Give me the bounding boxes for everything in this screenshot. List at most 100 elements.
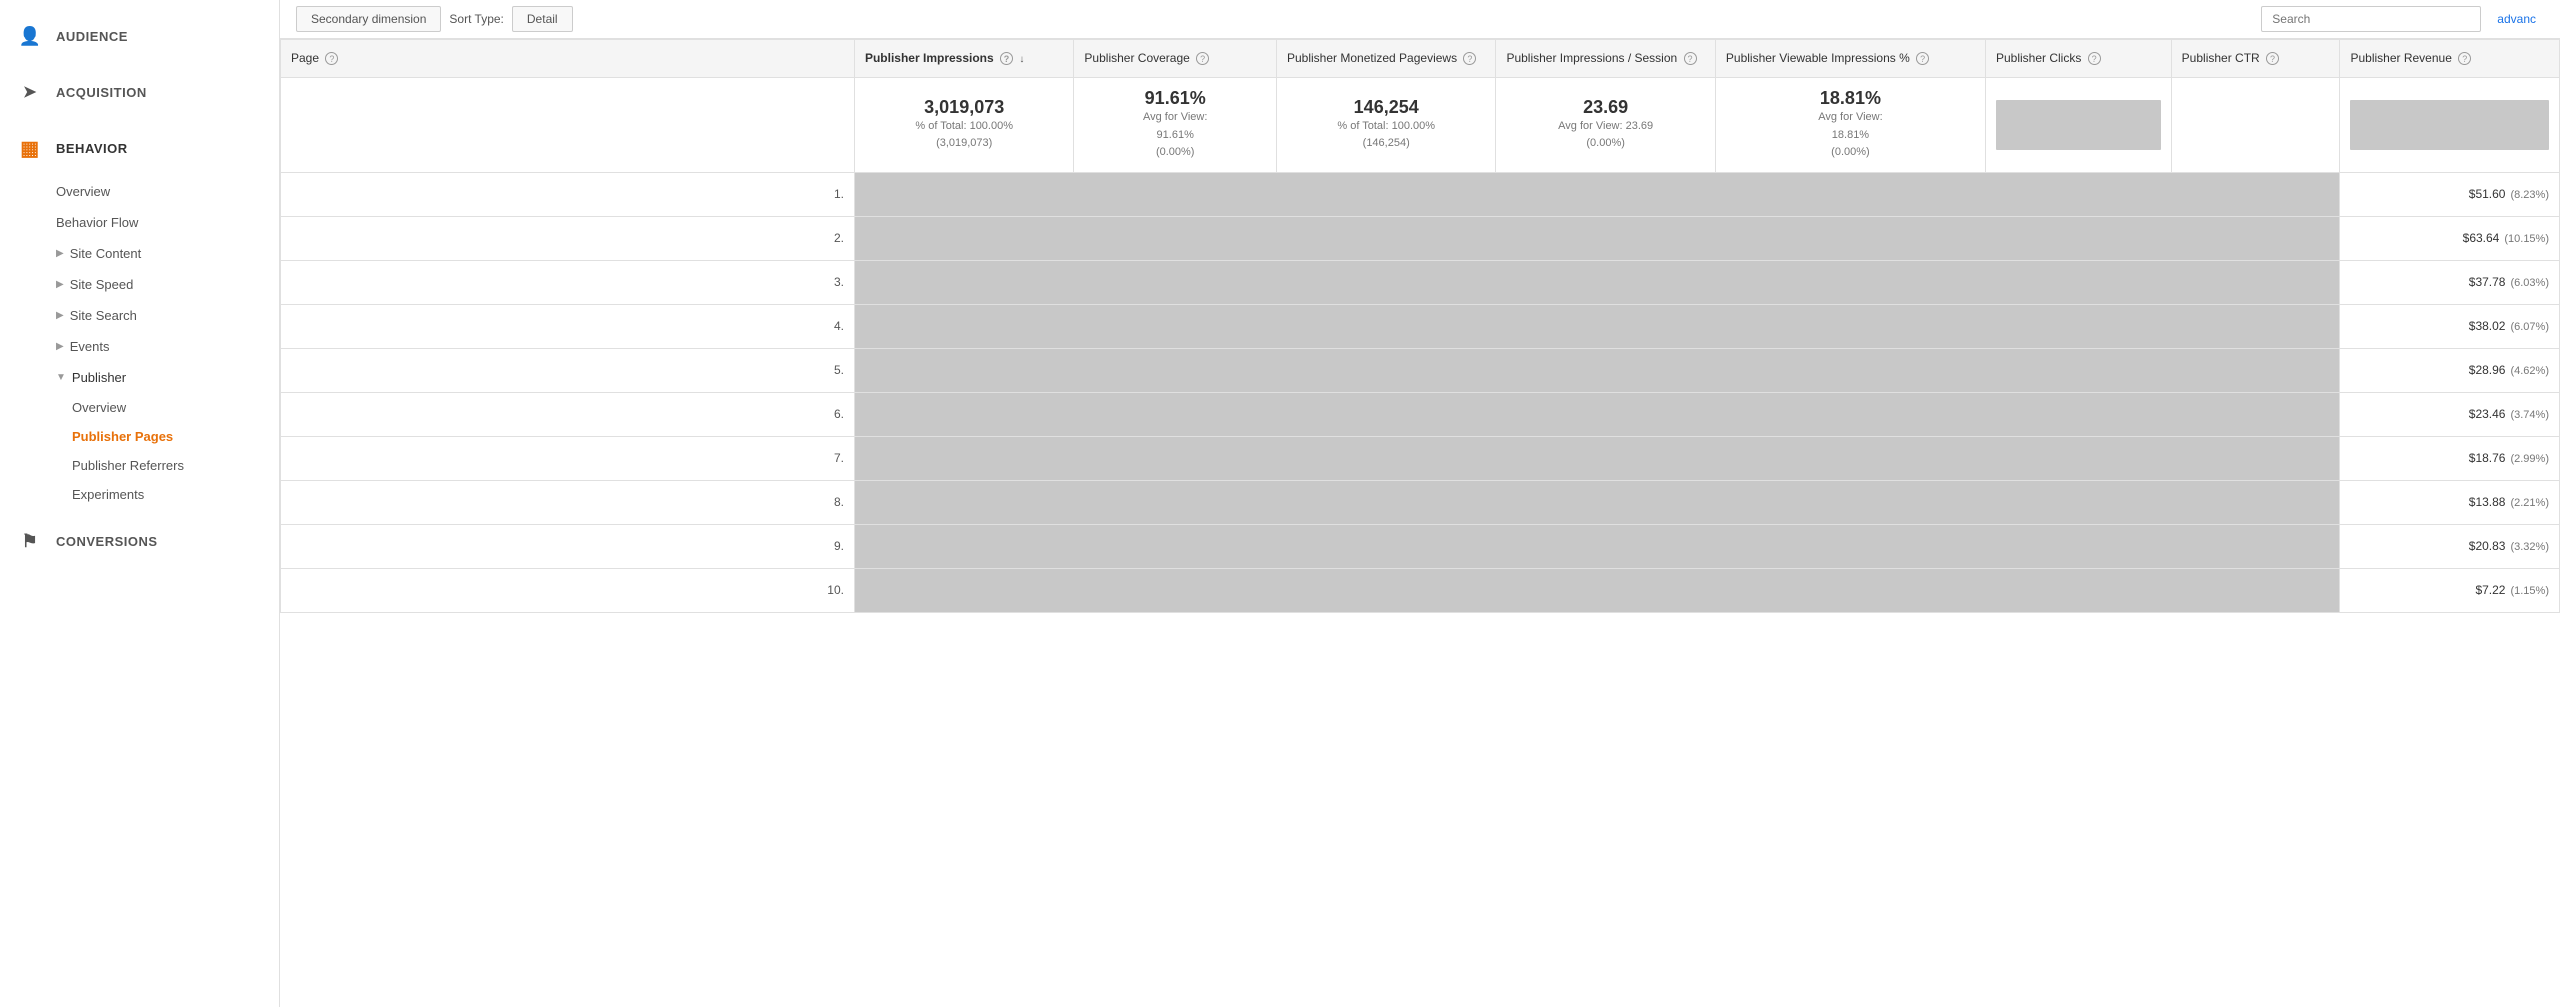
row-page-cell — [854, 216, 2340, 260]
table-header-row: Page ? Publisher Impressions ? ↓ Publish… — [281, 40, 2560, 78]
help-icon-viewable[interactable]: ? — [1916, 52, 1929, 65]
sidebar-item-audience[interactable]: 👤 AUDIENCE — [0, 8, 279, 64]
row-revenue-cell: $7.22 (1.15%) — [2340, 568, 2560, 612]
revenue-pct: (4.62%) — [2510, 365, 2549, 377]
col-header-revenue: Publisher Revenue ? — [2340, 40, 2560, 78]
sidebar-item-acquisition[interactable]: ➤ ACQUISITION — [0, 64, 279, 120]
sidebar: 👤 AUDIENCE ➤ ACQUISITION ▦ BEHAVIOR Over… — [0, 0, 280, 1007]
toolbar: Secondary dimension Sort Type: Detail ad… — [280, 0, 2560, 39]
col-header-clicks: Publisher Clicks ? — [1985, 40, 2171, 78]
row-page-cell — [854, 392, 2340, 436]
row-revenue-cell: $20.83 (3.32%) — [2340, 524, 2560, 568]
table-row: 7.$18.76 (2.99%) — [281, 436, 2560, 480]
sidebar-item-publisher-referrers[interactable]: Publisher Referrers — [72, 451, 279, 480]
table-row: 6.$23.46 (3.74%) — [281, 392, 2560, 436]
summary-clicks-cell — [1985, 78, 2171, 173]
revenue-pct: (3.32%) — [2510, 541, 2549, 553]
sidebar-item-publisher-overview[interactable]: Overview — [72, 393, 279, 422]
row-revenue-cell: $38.02 (6.07%) — [2340, 304, 2560, 348]
help-icon-impressions[interactable]: ? — [1000, 52, 1013, 65]
revenue-pct: (6.03%) — [2510, 277, 2549, 289]
revenue-value: $18.76 — [2469, 451, 2506, 465]
summary-impressions-sub: % of Total: 100.00%(3,019,073) — [865, 118, 1063, 153]
summary-revenue-block — [2350, 100, 2549, 150]
sidebar-item-publisher-pages[interactable]: Publisher Pages — [72, 422, 279, 451]
help-icon-clicks[interactable]: ? — [2088, 52, 2101, 65]
help-icon-revenue[interactable]: ? — [2458, 52, 2471, 65]
sidebar-item-overview[interactable]: Overview — [56, 176, 279, 207]
col-header-monetized: Publisher Monetized Pageviews ? — [1276, 40, 1495, 78]
revenue-value: $23.46 — [2469, 407, 2506, 421]
summary-coverage-val: 91.61% — [1084, 88, 1266, 109]
col-header-page: Page ? — [281, 40, 855, 78]
row-number: 9. — [281, 524, 855, 568]
row-page-cell — [854, 568, 2340, 612]
summary-session-sub: Avg for View: 23.69(0.00%) — [1506, 118, 1704, 153]
help-icon-coverage[interactable]: ? — [1196, 52, 1209, 65]
summary-coverage-cell: 91.61% Avg for View:91.61%(0.00%) — [1074, 78, 1277, 173]
help-icon-session[interactable]: ? — [1684, 52, 1697, 65]
sidebar-item-behavior-flow[interactable]: Behavior Flow — [56, 207, 279, 238]
col-header-viewable: Publisher Viewable Impressions % ? — [1715, 40, 1985, 78]
chevron-right-icon: ▶ — [56, 310, 64, 321]
table-row: 8.$13.88 (2.21%) — [281, 480, 2560, 524]
row-number: 1. — [281, 172, 855, 216]
audience-label: AUDIENCE — [56, 29, 128, 44]
table-row: 10. $7.22 (1.15%) — [281, 568, 2560, 612]
summary-viewable-val: 18.81% — [1726, 88, 1975, 109]
row-number: 2. — [281, 216, 855, 260]
revenue-pct: (8.23%) — [2510, 189, 2549, 201]
summary-viewable-cell: 18.81% Avg for View:18.81%(0.00%) — [1715, 78, 1985, 173]
sort-type-label: Sort Type: — [449, 12, 503, 26]
sidebar-item-behavior[interactable]: ▦ BEHAVIOR — [0, 120, 279, 176]
sort-arrow-impressions: ↓ — [1019, 54, 1024, 65]
publisher-children: Overview Publisher Pages Publisher Refer… — [56, 393, 279, 509]
revenue-pct: (2.21%) — [2510, 497, 2549, 509]
advanced-button[interactable]: advanc — [2489, 7, 2544, 31]
revenue-value: $38.02 — [2469, 319, 2506, 333]
revenue-pct: (1.15%) — [2510, 585, 2549, 597]
revenue-value: $20.83 — [2469, 539, 2506, 553]
table-row: 3. $37.78 (6.03%) — [281, 260, 2560, 304]
row-number: 10. — [281, 568, 855, 612]
sidebar-item-site-content[interactable]: ▶Site Content — [56, 238, 279, 269]
help-icon-page[interactable]: ? — [325, 52, 338, 65]
revenue-value: $28.96 — [2469, 363, 2506, 377]
sidebar-item-events[interactable]: ▶Events — [56, 331, 279, 362]
row-page-cell — [854, 348, 2340, 392]
chevron-right-icon: ▶ — [56, 341, 64, 352]
sidebar-item-site-search[interactable]: ▶Site Search — [56, 300, 279, 331]
row-number: 3. — [281, 260, 855, 304]
row-number: 5. — [281, 348, 855, 392]
col-header-impressions: Publisher Impressions ? ↓ — [854, 40, 1073, 78]
revenue-pct: (10.15%) — [2504, 233, 2549, 245]
detail-button[interactable]: Detail — [512, 6, 573, 32]
sidebar-item-conversions[interactable]: ⚑ CONVERSIONS — [0, 513, 279, 569]
table-row: 4.$38.02 (6.07%) — [281, 304, 2560, 348]
summary-viewable-sub: Avg for View:18.81%(0.00%) — [1726, 109, 1975, 162]
row-revenue-cell: $51.60 (8.23%) — [2340, 172, 2560, 216]
table-row: 2.$63.64 (10.15%) — [281, 216, 2560, 260]
help-icon-monetized[interactable]: ? — [1463, 52, 1476, 65]
col-header-ctr: Publisher CTR ? — [2171, 40, 2340, 78]
secondary-dimension-button[interactable]: Secondary dimension — [296, 6, 441, 32]
row-page-cell — [854, 436, 2340, 480]
sidebar-item-site-speed[interactable]: ▶Site Speed — [56, 269, 279, 300]
summary-impressions-cell: 3,019,073 % of Total: 100.00%(3,019,073) — [854, 78, 1073, 173]
row-revenue-cell: $23.46 (3.74%) — [2340, 392, 2560, 436]
col-header-coverage: Publisher Coverage ? — [1074, 40, 1277, 78]
row-number: 8. — [281, 480, 855, 524]
behavior-subnav: Overview Behavior Flow ▶Site Content ▶Si… — [0, 176, 279, 509]
summary-impressions-val: 3,019,073 — [865, 97, 1063, 118]
revenue-pct: (3.74%) — [2510, 409, 2549, 421]
sidebar-item-experiments[interactable]: Experiments — [72, 480, 279, 509]
help-icon-ctr[interactable]: ? — [2266, 52, 2279, 65]
table-row: 1. $51.60 (8.23%) — [281, 172, 2560, 216]
sidebar-item-publisher[interactable]: ▼Publisher — [56, 362, 279, 393]
row-page-cell — [854, 480, 2340, 524]
revenue-value: $37.78 — [2469, 275, 2506, 289]
behavior-label: BEHAVIOR — [56, 141, 128, 156]
summary-revenue-cell — [2340, 78, 2560, 173]
search-input[interactable] — [2261, 6, 2481, 32]
summary-row: 3,019,073 % of Total: 100.00%(3,019,073)… — [281, 78, 2560, 173]
